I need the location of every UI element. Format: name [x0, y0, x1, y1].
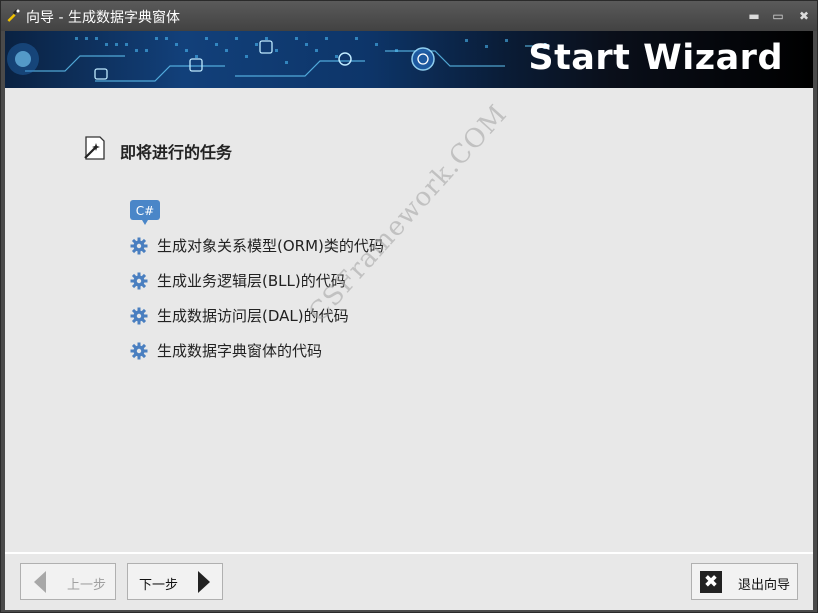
- content-panel: 即将进行的任务 C# 生成对象关系模型(ORM)类的代码 生成业务逻辑层(BLL…: [5, 88, 813, 552]
- task-label: 生成数据字典窗体的代码: [157, 342, 323, 360]
- svg-text:C#: C#: [136, 204, 154, 218]
- exit-button-label: 退出向导: [738, 578, 791, 593]
- close-icon: ✖: [700, 571, 722, 593]
- gear-icon: [130, 237, 148, 255]
- exit-wizard-button[interactable]: ✖ 退出向导: [691, 563, 798, 600]
- wizard-window: 向导 - 生成数据字典窗体 ▬ ▭ ✖ Start Wizard 即将进行的任务…: [0, 0, 818, 613]
- maximize-button[interactable]: ▭: [769, 7, 787, 25]
- arrow-left-icon: [34, 571, 46, 593]
- gear-icon: [130, 272, 148, 290]
- next-button[interactable]: 下一步: [127, 563, 223, 600]
- minimize-button[interactable]: ▬: [745, 7, 763, 25]
- gear-icon: [130, 342, 148, 360]
- footer-bar: 上一步 下一步 ✖ 退出向导: [5, 552, 813, 610]
- close-button[interactable]: ✖: [795, 7, 813, 25]
- wizard-wand-icon: [7, 9, 20, 22]
- header-banner: Start Wizard: [5, 31, 813, 88]
- previous-button[interactable]: 上一步: [20, 563, 116, 600]
- window-title: 向导 - 生成数据字典窗体: [26, 10, 180, 26]
- csharp-icon: C#: [130, 200, 160, 225]
- task-label: 生成对象关系模型(ORM)类的代码: [157, 237, 384, 255]
- task-section-header: 即将进行的任务: [120, 143, 233, 162]
- arrow-right-icon: [198, 571, 210, 593]
- gear-icon: [130, 307, 148, 325]
- previous-button-label: 上一步: [67, 578, 107, 593]
- task-label: 生成业务逻辑层(BLL)的代码: [157, 272, 346, 290]
- banner-title: Start Wizard: [528, 38, 783, 78]
- wizard-wand-icon: [84, 136, 105, 160]
- title-bar[interactable]: 向导 - 生成数据字典窗体 ▬ ▭ ✖: [1, 1, 817, 31]
- watermark: CSFramework.COM: [303, 99, 514, 329]
- next-button-label: 下一步: [139, 578, 179, 593]
